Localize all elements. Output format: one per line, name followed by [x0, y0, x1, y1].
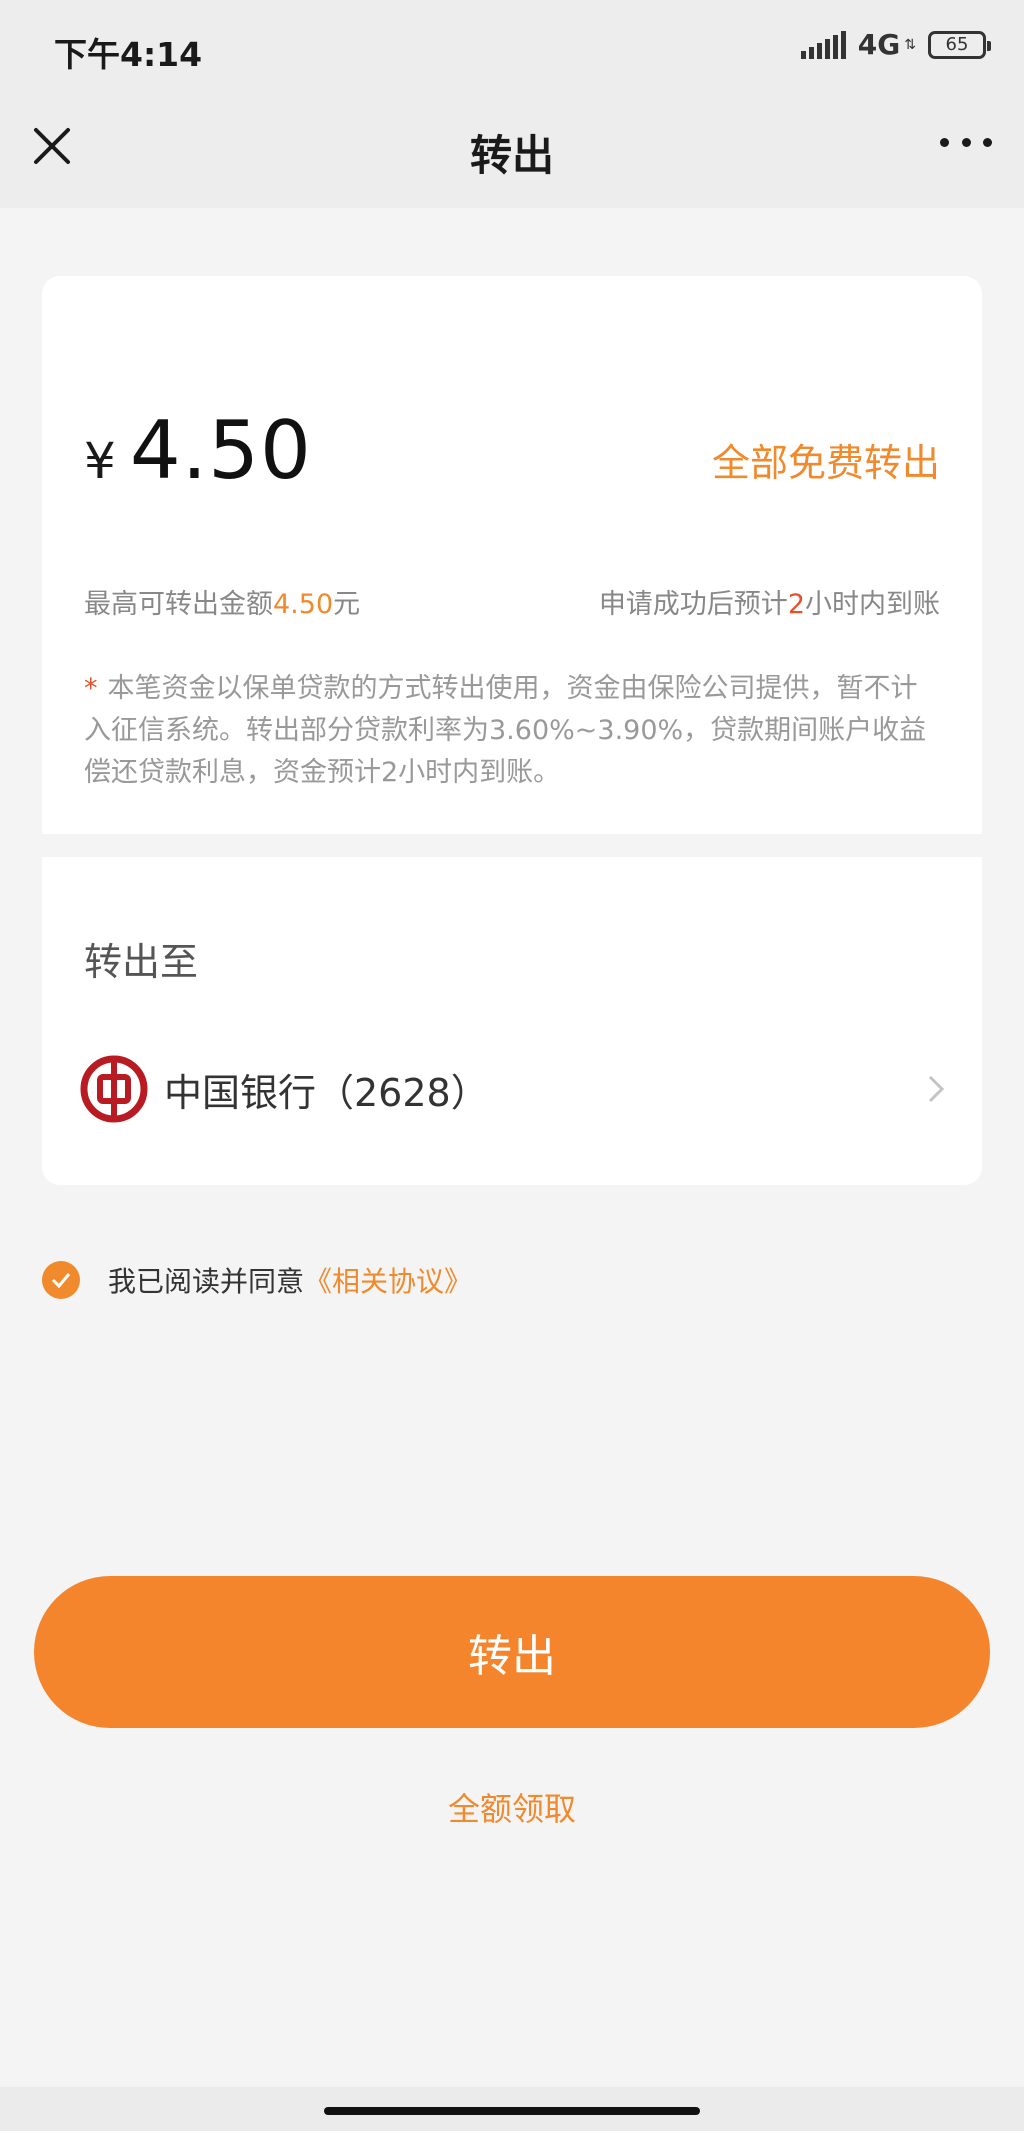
battery-level: 65: [945, 34, 969, 55]
max-unit: 元: [333, 589, 361, 620]
page-title: 转出: [469, 131, 554, 180]
data-activity-icon: ⇅: [904, 36, 916, 53]
currency-symbol: ¥: [84, 432, 116, 490]
max-transfer-info: 最高可转出金额4.50元: [84, 582, 360, 621]
agreement-link[interactable]: 《相关协议》: [304, 1260, 472, 1300]
home-indicator-area: [0, 2087, 1024, 2131]
checkmark-icon: [51, 1273, 71, 1289]
eta-label: 申请成功后预计: [598, 589, 788, 620]
bank-account-row[interactable]: 中国银行（2628）: [80, 1053, 950, 1125]
notice-asterisk: *: [84, 673, 98, 704]
destination-card: 转出至 中国银行（2628）: [42, 857, 982, 1185]
agreement-row: 我已阅读并同意 《相关协议》: [42, 1260, 472, 1300]
notice-text: 本笔资金以保单贷款的方式转出使用，资金由保险公司提供，暂不计入征信系统。转出部分…: [84, 673, 927, 788]
signal-icon: [800, 30, 846, 59]
agreement-checkbox[interactable]: [42, 1261, 80, 1299]
bank-of-china-logo-icon: [80, 1055, 148, 1123]
all-free-transfer-link[interactable]: 全部免费转出: [712, 432, 940, 487]
home-indicator[interactable]: [324, 2107, 700, 2115]
status-bar: 下午4:14 4G ⇅ 65: [0, 0, 1024, 96]
eta-value: 2: [787, 589, 805, 620]
max-value: 4.50: [273, 589, 334, 620]
max-label: 最高可转出金额: [84, 589, 273, 620]
transfer-out-button[interactable]: 转出: [34, 1576, 990, 1728]
battery-icon: 65: [928, 30, 991, 59]
arrival-eta-info: 申请成功后预计2小时内到账: [599, 582, 940, 621]
status-indicators: 4G ⇅ 65: [800, 28, 991, 61]
loan-notice: * 本笔资金以保单贷款的方式转出使用，资金由保险公司提供，暂不计入征信系统。转出部…: [84, 668, 944, 794]
nav-bar: 转出: [0, 96, 1024, 208]
status-time: 下午4:14: [54, 35, 203, 74]
eta-unit: 小时内到账: [805, 589, 940, 620]
transfer-amount: ¥ 4.50: [84, 404, 312, 497]
bank-name: 中国银行（2628）: [164, 1070, 489, 1115]
agreement-text: 我已阅读并同意: [108, 1265, 305, 1298]
network-type: 4G: [857, 28, 901, 61]
chevron-right-icon: [928, 1075, 945, 1103]
amount-card: ¥ 4.50 全部免费转出 最高可转出金额4.50元 申请成功后预计2小时内到账…: [42, 276, 982, 834]
destination-title: 转出至: [84, 940, 199, 984]
more-icon[interactable]: [940, 132, 992, 152]
full-claim-link[interactable]: 全额领取: [0, 1784, 1024, 1830]
amount-value: 4.50: [129, 404, 312, 497]
